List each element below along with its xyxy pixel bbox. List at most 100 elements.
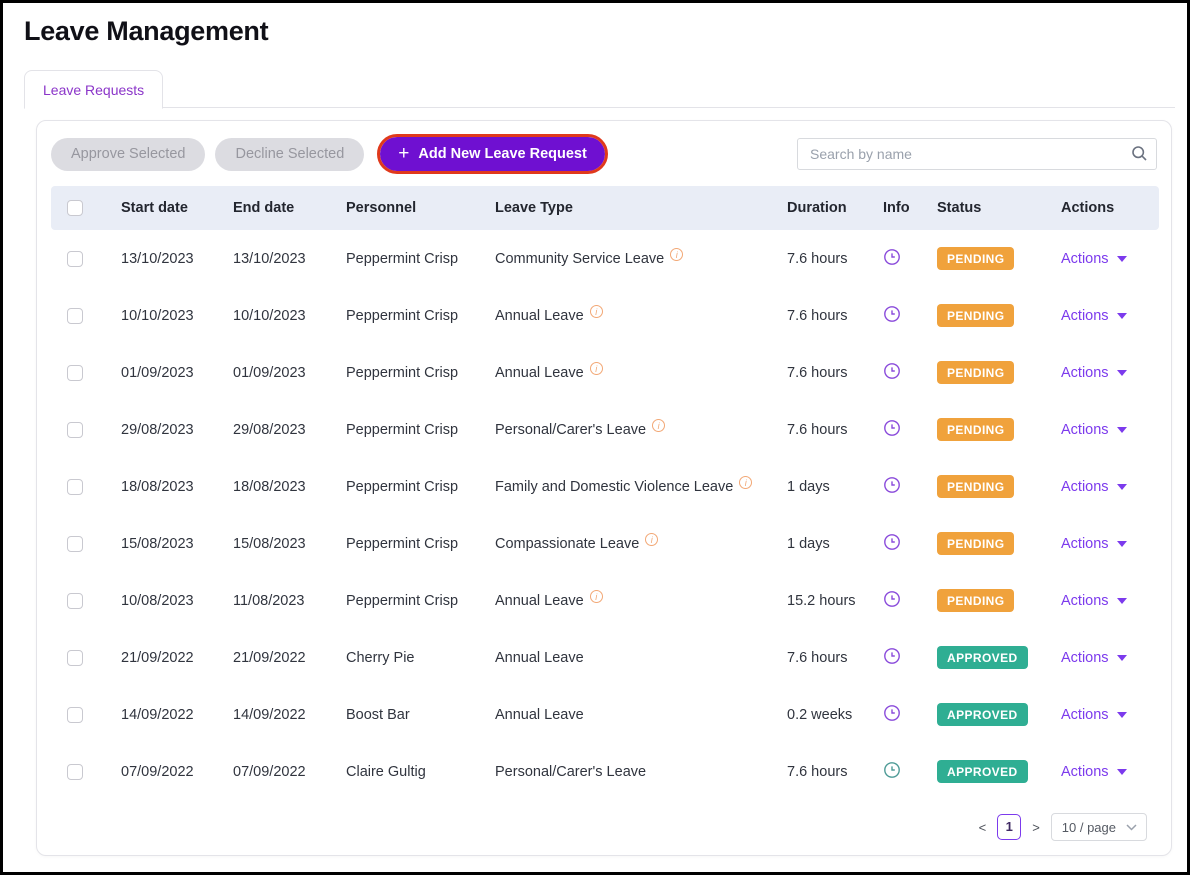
- leave-type: Personal/Carer's Leave: [495, 764, 646, 780]
- clock-icon[interactable]: [883, 305, 901, 323]
- row-checkbox[interactable]: [67, 707, 83, 723]
- row-select-cell: [51, 344, 121, 401]
- select-all-checkbox[interactable]: [67, 200, 83, 216]
- plus-icon: +: [398, 144, 409, 163]
- actions-dropdown[interactable]: Actions: [1061, 764, 1127, 780]
- info-icon[interactable]: i: [645, 533, 658, 546]
- row-checkbox[interactable]: [67, 593, 83, 609]
- duration-cell: 7.6 hours: [787, 287, 883, 344]
- actions-dropdown[interactable]: Actions: [1061, 707, 1127, 723]
- info-cell: [883, 458, 937, 515]
- actions-cell: Actions: [1061, 515, 1159, 572]
- row-checkbox[interactable]: [67, 650, 83, 666]
- row-checkbox[interactable]: [67, 251, 83, 267]
- row-checkbox[interactable]: [67, 422, 83, 438]
- info-icon[interactable]: i: [739, 476, 752, 489]
- row-checkbox[interactable]: [67, 365, 83, 381]
- duration: 7.6 hours: [787, 308, 847, 324]
- info-icon[interactable]: i: [590, 305, 603, 318]
- decline-selected-button[interactable]: Decline Selected: [215, 138, 364, 171]
- end-date-cell: 01/09/2023: [233, 344, 346, 401]
- duration-cell: 7.6 hours: [787, 401, 883, 458]
- row-checkbox[interactable]: [67, 308, 83, 324]
- clock-icon[interactable]: [883, 419, 901, 437]
- row-select-cell: [51, 629, 121, 686]
- search-input[interactable]: [797, 138, 1157, 170]
- personnel-name: Claire Gultig: [346, 764, 426, 780]
- actions-dropdown[interactable]: Actions: [1061, 479, 1127, 495]
- pagination-next-button[interactable]: >: [1030, 818, 1042, 837]
- info-icon[interactable]: i: [670, 248, 683, 261]
- start-date: 15/08/2023: [121, 536, 194, 552]
- duration: 15.2 hours: [787, 593, 856, 609]
- row-checkbox[interactable]: [67, 536, 83, 552]
- approve-selected-button[interactable]: Approve Selected: [51, 138, 205, 171]
- duration: 1 days: [787, 536, 830, 552]
- personnel-name: Peppermint Crisp: [346, 593, 458, 609]
- actions-label: Actions: [1061, 422, 1109, 438]
- clock-icon[interactable]: [883, 248, 901, 266]
- personnel-cell: Peppermint Crisp: [346, 401, 495, 458]
- page-size-select[interactable]: 10 / page: [1051, 813, 1147, 841]
- actions-dropdown[interactable]: Actions: [1061, 365, 1127, 381]
- actions-dropdown[interactable]: Actions: [1061, 308, 1127, 324]
- leave-type: Annual Leave: [495, 650, 584, 666]
- col-info: Info: [883, 186, 937, 230]
- row-checkbox[interactable]: [67, 764, 83, 780]
- start-date: 18/08/2023: [121, 479, 194, 495]
- start-date: 21/09/2022: [121, 650, 194, 666]
- start-date-cell: 29/08/2023: [121, 401, 233, 458]
- status-badge: APPROVED: [937, 760, 1028, 783]
- personnel-name: Boost Bar: [346, 707, 410, 723]
- info-icon[interactable]: i: [590, 590, 603, 603]
- row-select-cell: [51, 743, 121, 800]
- tab-leave-requests[interactable]: Leave Requests: [24, 70, 163, 109]
- status-cell: APPROVED: [937, 743, 1061, 800]
- actions-label: Actions: [1061, 764, 1109, 780]
- end-date-cell: 13/10/2023: [233, 230, 346, 287]
- row-checkbox[interactable]: [67, 479, 83, 495]
- info-cell: [883, 515, 937, 572]
- pagination-page-1[interactable]: 1: [997, 814, 1021, 840]
- status-cell: PENDING: [937, 230, 1061, 287]
- leave-type-cell: Personal/Carer's Leavei: [495, 401, 787, 458]
- page-size-value: 10 / page: [1062, 820, 1116, 835]
- clock-icon[interactable]: [883, 590, 901, 608]
- clock-icon[interactable]: [883, 647, 901, 665]
- status-cell: PENDING: [937, 401, 1061, 458]
- select-all-header: [51, 186, 121, 230]
- status-badge: PENDING: [937, 589, 1014, 612]
- end-date: 01/09/2023: [233, 365, 306, 381]
- leave-type-cell: Annual Leavei: [495, 287, 787, 344]
- info-icon[interactable]: i: [590, 362, 603, 375]
- col-start-date: Start date: [121, 186, 233, 230]
- end-date-cell: 07/09/2022: [233, 743, 346, 800]
- clock-icon[interactable]: [883, 533, 901, 551]
- info-cell: [883, 572, 937, 629]
- start-date-cell: 18/08/2023: [121, 458, 233, 515]
- status-badge: PENDING: [937, 418, 1014, 441]
- pagination-prev-button[interactable]: <: [977, 818, 989, 837]
- clock-icon[interactable]: [883, 476, 901, 494]
- clock-icon[interactable]: [883, 704, 901, 722]
- row-select-cell: [51, 401, 121, 458]
- actions-dropdown[interactable]: Actions: [1061, 650, 1127, 666]
- clock-icon[interactable]: [883, 362, 901, 380]
- clock-icon[interactable]: [883, 761, 901, 779]
- actions-dropdown[interactable]: Actions: [1061, 593, 1127, 609]
- actions-cell: Actions: [1061, 458, 1159, 515]
- pagination: < 1 > 10 / page: [51, 813, 1147, 841]
- end-date: 21/09/2022: [233, 650, 306, 666]
- actions-label: Actions: [1061, 479, 1109, 495]
- info-icon[interactable]: i: [652, 419, 665, 432]
- actions-dropdown[interactable]: Actions: [1061, 536, 1127, 552]
- actions-dropdown[interactable]: Actions: [1061, 422, 1127, 438]
- end-date: 14/09/2022: [233, 707, 306, 723]
- personnel-cell: Boost Bar: [346, 686, 495, 743]
- personnel-cell: Peppermint Crisp: [346, 458, 495, 515]
- actions-dropdown[interactable]: Actions: [1061, 251, 1127, 267]
- start-date: 10/10/2023: [121, 308, 194, 324]
- add-new-leave-request-button[interactable]: + Add New Leave Request: [380, 137, 605, 171]
- chevron-down-icon: [1117, 484, 1127, 490]
- chevron-down-icon: [1126, 824, 1137, 831]
